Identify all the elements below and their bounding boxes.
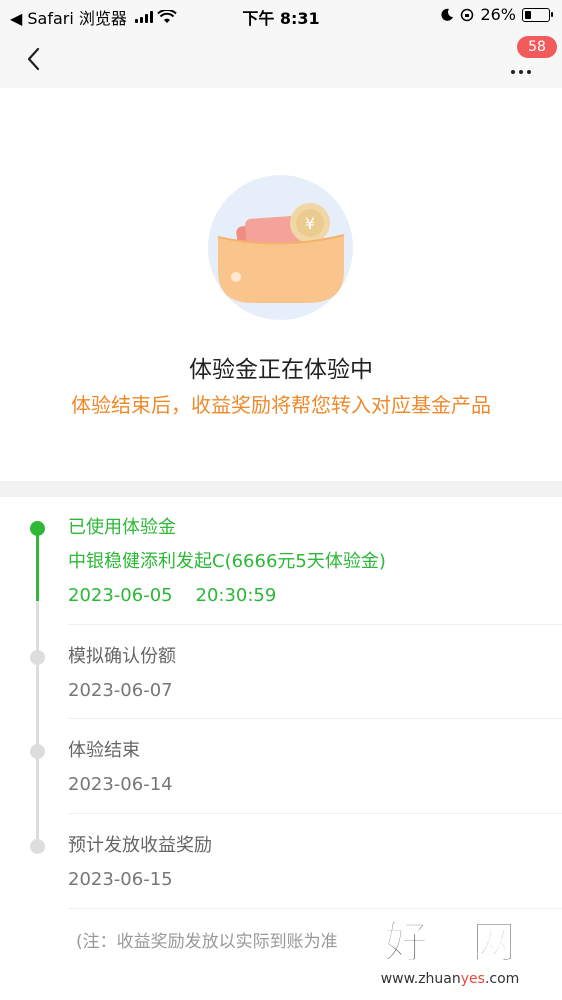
- timeline-step-used: 已使用体验金 中银稳健添利发起C(6666元5天体验金) 2023-06-05 …: [68, 516, 562, 608]
- timeline-step-confirm: 模拟确认份额 2023-06-07: [68, 645, 562, 703]
- timeline-dot: [30, 650, 45, 665]
- status-right: 26%: [440, 5, 553, 24]
- wallet-coin-icon: ¥: [208, 175, 353, 320]
- hero-section: ¥ 体验金正在体验中 体验结束后，收益奖励将帮您转入对应基金产品: [0, 88, 562, 481]
- timeline-step-reward: 预计发放收益奖励 2023-06-15: [68, 834, 562, 892]
- divider: [68, 908, 562, 909]
- more-menu-button[interactable]: 58: [503, 36, 557, 80]
- svg-text:¥: ¥: [305, 214, 315, 233]
- nav-bar: 58: [0, 30, 562, 88]
- hero-title: 体验金正在体验中: [189, 357, 373, 383]
- step-title: 体验结束: [68, 740, 140, 761]
- back-chevron-icon[interactable]: [20, 42, 50, 76]
- step-date: 2023-06-07: [68, 680, 173, 701]
- timeline-card: 已使用体验金 中银稳健添利发起C(6666元5天体验金) 2023-06-05 …: [0, 497, 562, 1000]
- svg-text:www.zhuanyes.com: www.zhuanyes.com: [381, 971, 520, 987]
- step-subtitle: 中银稳健添利发起C(6666元5天体验金): [68, 551, 386, 572]
- orientation-lock-icon: [461, 8, 474, 21]
- status-bar: ◀ Safari 浏览器 下午 8:31 26%: [0, 0, 562, 30]
- timeline-dot: [30, 744, 45, 759]
- step-date: 2023-06-15: [68, 869, 173, 890]
- battery-percent: 26%: [480, 5, 516, 24]
- step-title: 模拟确认份额: [68, 646, 176, 667]
- step-date: 2023-06-14: [68, 774, 173, 795]
- timeline-line: [36, 601, 39, 847]
- footnote: (注：收益奖励发放以实际到账为准: [76, 932, 338, 952]
- svg-text:好赚网: 好赚网: [383, 917, 516, 968]
- timeline-dot: [30, 839, 45, 854]
- hero-description: 体验结束后，收益奖励将帮您转入对应基金产品: [71, 393, 491, 417]
- battery-icon: [522, 7, 553, 22]
- divider: [68, 624, 562, 625]
- site-watermark-logo: 好赚网 www.zhuanyes.com: [381, 916, 520, 987]
- step-title: 已使用体验金: [68, 517, 176, 538]
- timeline-dot-done: [30, 521, 45, 536]
- divider: [68, 718, 562, 719]
- step-title: 预计发放收益奖励: [68, 835, 212, 856]
- step-date: 2023-06-05 20:30:59: [68, 585, 277, 606]
- timeline-step-end: 体验结束 2023-06-14: [68, 739, 562, 797]
- more-dots-icon: [511, 70, 531, 74]
- notification-badge: 58: [517, 36, 557, 58]
- moon-icon: [441, 8, 454, 21]
- timeline-line-active: [36, 527, 39, 601]
- divider: [68, 813, 562, 814]
